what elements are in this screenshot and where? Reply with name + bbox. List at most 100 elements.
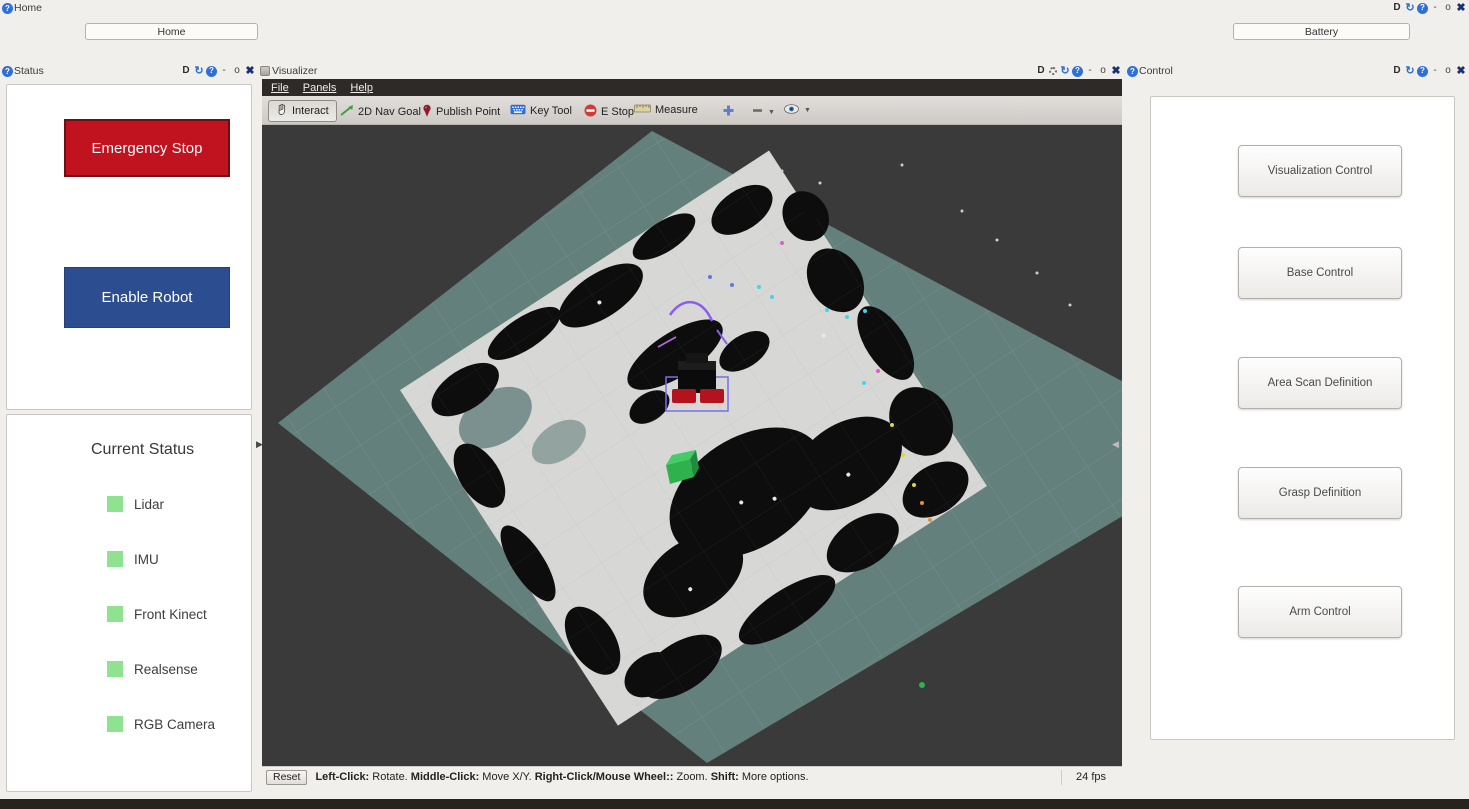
area-scan-definition-button[interactable]: Area Scan Definition (1238, 357, 1402, 409)
tool-e-stop[interactable]: E Stop (584, 104, 634, 120)
panel-collapse-right-icon[interactable]: ◀ (1112, 440, 1119, 449)
view-visibility-tool[interactable]: ▼ (784, 104, 811, 117)
status-led-icon (107, 716, 123, 732)
dock-icon[interactable]: D (180, 65, 192, 77)
grasp-definition-button[interactable]: Grasp Definition (1238, 467, 1402, 519)
dock-icon[interactable]: D (1035, 65, 1047, 77)
status-led-icon (107, 661, 123, 677)
status-panel-titlebar: ? Status D ↻ ? - o ✖ (2, 64, 256, 78)
map-pin-icon (422, 104, 432, 120)
zoom-minus-icon (752, 104, 763, 120)
chevron-down-icon: ▼ (804, 107, 811, 114)
tool-label: Publish Point (436, 106, 500, 118)
visualization-control-button[interactable]: Visualization Control (1238, 145, 1402, 197)
fps-counter: 24 fps (1061, 770, 1118, 785)
maximize-icon[interactable]: o (231, 65, 243, 77)
keyboard-icon (510, 104, 526, 118)
help-key: Left-Click: (315, 771, 369, 783)
status-led-icon (107, 496, 123, 512)
panel-collapse-left-icon[interactable]: ▶ (256, 440, 263, 449)
help-badge-icon: ? (2, 66, 13, 77)
help-badge-icon: ? (1127, 66, 1138, 77)
tool-interact[interactable]: Interact (268, 100, 337, 122)
current-status-heading: Current Status (91, 441, 194, 459)
indicator-label: RGB Camera (134, 717, 215, 732)
indicator-label: Realsense (134, 662, 198, 677)
visualizer-statusbar: Reset Left-Click: Rotate. Middle-Click: … (262, 766, 1122, 787)
tool-measure[interactable]: Measure (634, 104, 698, 116)
visualizer-plugin-icon (260, 66, 270, 76)
minimize-icon[interactable]: - (1084, 65, 1096, 77)
status-led-icon (107, 551, 123, 567)
visualizer-menubar: File Panels Help (262, 79, 1122, 96)
minimize-icon[interactable]: - (218, 65, 230, 77)
help-text: Zoom. (673, 771, 710, 783)
enable-robot-button[interactable]: Enable Robot (64, 267, 230, 328)
tool-label: Interact (292, 105, 329, 117)
indicator-label: Front Kinect (134, 607, 207, 622)
menu-panels[interactable]: Panels (303, 82, 337, 94)
tool-label: 2D Nav Goal (358, 106, 421, 118)
close-icon[interactable]: ✖ (1455, 65, 1467, 77)
help-key: Right-Click/Mouse Wheel:: (535, 771, 674, 783)
hand-icon (276, 103, 288, 119)
zoom-out-tool[interactable]: ▼ (752, 104, 775, 120)
tool-2d-nav-goal[interactable]: 2D Nav Goal (340, 104, 421, 119)
maximize-icon[interactable]: o (1097, 65, 1109, 77)
maximize-icon[interactable]: o (1442, 65, 1454, 77)
tool-key-tool[interactable]: Key Tool (510, 104, 572, 118)
maximize-icon[interactable]: o (1442, 2, 1454, 14)
status-indicator-imu: IMU (107, 551, 159, 567)
reload-icon[interactable]: ↻ (1404, 65, 1416, 77)
close-icon[interactable]: ✖ (244, 65, 256, 77)
control-panel-titlebar: ? Control D ↻ ? - o ✖ (1127, 64, 1467, 78)
reset-button[interactable]: Reset (266, 770, 307, 785)
close-icon[interactable]: ✖ (1455, 2, 1467, 14)
arm-control-button[interactable]: Arm Control (1238, 586, 1402, 638)
help-icon[interactable]: ? (206, 66, 217, 77)
viewport-help-text: Left-Click: Rotate. Middle-Click: Move X… (315, 771, 808, 783)
status-indicator-lidar: Lidar (107, 496, 164, 512)
bottom-window-edge (0, 799, 1469, 809)
emergency-stop-button[interactable]: Emergency Stop (64, 119, 230, 177)
zoom-plus-icon (722, 104, 735, 120)
status-led-icon (107, 606, 123, 622)
reload-icon[interactable]: ↻ (193, 65, 205, 77)
eye-icon (784, 104, 799, 117)
close-icon[interactable]: ✖ (1110, 65, 1122, 77)
3d-viewport[interactable] (262, 125, 1122, 766)
help-icon[interactable]: ? (1417, 3, 1428, 14)
status-panel-title: Status (14, 65, 44, 77)
dock-icon[interactable]: D (1391, 65, 1403, 77)
reload-icon[interactable]: ↻ (1404, 2, 1416, 14)
tool-label: E Stop (601, 106, 634, 118)
home-panel-title: Home (14, 2, 42, 14)
help-text: Move X/Y. (479, 771, 534, 783)
minimize-icon[interactable]: - (1429, 2, 1441, 14)
home-panel-titlebar: ? Home D ↻ ? - o ✖ (2, 1, 1467, 15)
tool-label: Key Tool (530, 105, 572, 117)
control-panel-title: Control (1139, 65, 1173, 77)
help-text: Rotate. (369, 771, 411, 783)
minimize-icon[interactable]: - (1429, 65, 1441, 77)
menu-file[interactable]: File (271, 82, 289, 94)
zoom-in-tool[interactable] (722, 104, 735, 120)
indicator-label: IMU (134, 552, 159, 567)
help-icon[interactable]: ? (1072, 66, 1083, 77)
tool-publish-point[interactable]: Publish Point (422, 104, 500, 120)
help-icon[interactable]: ? (1417, 66, 1428, 77)
dock-icon[interactable]: D (1391, 2, 1403, 14)
battery-button[interactable]: Battery (1233, 23, 1410, 40)
ruler-icon (634, 104, 651, 116)
tool-label: Measure (655, 104, 698, 116)
gear-icon[interactable] (1049, 67, 1057, 75)
visualizer-toolbar: Interact 2D Nav Goal Publish Point Key T… (262, 96, 1122, 125)
menu-help[interactable]: Help (350, 82, 373, 94)
base-control-button[interactable]: Base Control (1238, 247, 1402, 299)
nav-goal-arrow-icon (340, 104, 354, 119)
help-key: Middle-Click: (411, 771, 479, 783)
chevron-down-icon: ▼ (768, 109, 775, 116)
home-button[interactable]: Home (85, 23, 258, 40)
reload-icon[interactable]: ↻ (1059, 65, 1071, 77)
help-text: More options. (739, 771, 809, 783)
